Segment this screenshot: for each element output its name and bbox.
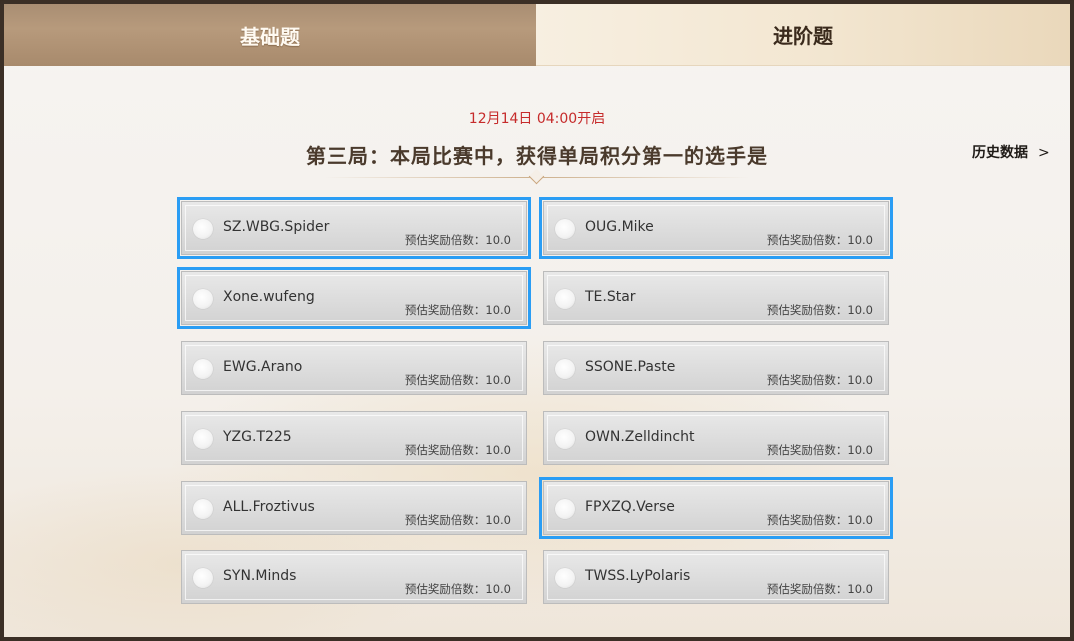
radio-icon[interactable] xyxy=(193,359,213,379)
player-name: OWN.Zelldincht xyxy=(585,429,695,445)
radio-icon[interactable] xyxy=(555,359,575,379)
reward-multiplier: 预估奖励倍数：10.0 xyxy=(404,513,511,527)
quiz-panel: 基础题 进阶题 12月14日 04:00开启 第三局：本局比赛中，获得单局积分第… xyxy=(0,0,1074,641)
reward-multiplier: 预估奖励倍数：10.0 xyxy=(404,582,511,596)
option-card[interactable]: SSONE.Paste 预估奖励倍数：10.0 xyxy=(543,341,889,395)
reward-multiplier: 预估奖励倍数：10.0 xyxy=(766,582,873,596)
player-name: ALL.Froztivus xyxy=(223,499,315,515)
radio-icon[interactable] xyxy=(555,568,575,588)
player-name: OUG.Mike xyxy=(585,219,654,235)
tab-basic[interactable]: 基础题 xyxy=(4,4,536,66)
question-title: 第三局：本局比赛中，获得单局积分第一的选手是 xyxy=(306,144,768,168)
option-card[interactable]: SYN.Minds 预估奖励倍数：10.0 xyxy=(181,550,527,604)
radio-icon[interactable] xyxy=(555,499,575,519)
reward-multiplier: 预估奖励倍数：10.0 xyxy=(766,443,873,457)
radio-icon[interactable] xyxy=(193,429,213,449)
player-name: Xone.wufeng xyxy=(223,289,315,305)
reward-multiplier: 预估奖励倍数：10.0 xyxy=(404,443,511,457)
radio-icon[interactable] xyxy=(193,499,213,519)
radio-icon[interactable] xyxy=(555,429,575,449)
player-name: SYN.Minds xyxy=(223,568,297,584)
option-card[interactable]: YZG.T225 预估奖励倍数：10.0 xyxy=(181,411,527,465)
player-name: TWSS.LyPolaris xyxy=(585,568,691,584)
player-name: FPXZQ.Verse xyxy=(585,499,675,515)
reward-multiplier: 预估奖励倍数：10.0 xyxy=(766,513,873,527)
radio-icon[interactable] xyxy=(193,289,213,309)
player-name: SSONE.Paste xyxy=(585,359,676,375)
option-card[interactable]: ALL.Froztivus 预估奖励倍数：10.0 xyxy=(181,481,527,535)
divider-diamond-icon xyxy=(528,168,545,185)
player-name: SZ.WBG.Spider xyxy=(223,219,330,235)
option-card[interactable]: TWSS.LyPolaris 预估奖励倍数：10.0 xyxy=(543,550,889,604)
player-name: TE.Star xyxy=(585,289,636,305)
reward-multiplier: 预估奖励倍数：10.0 xyxy=(766,233,873,247)
option-card[interactable]: TE.Star 预估奖励倍数：10.0 xyxy=(543,271,889,325)
player-name: YZG.T225 xyxy=(223,429,292,445)
option-card[interactable]: OWN.Zelldincht 预估奖励倍数：10.0 xyxy=(543,411,889,465)
tab-advanced[interactable]: 进阶题 xyxy=(536,4,1070,66)
option-card[interactable]: EWG.Arano 预估奖励倍数：10.0 xyxy=(181,341,527,395)
option-card[interactable]: SZ.WBG.Spider 预估奖励倍数：10.0 xyxy=(177,197,531,259)
history-data-label: 历史数据 xyxy=(972,145,1028,161)
radio-icon[interactable] xyxy=(555,219,575,239)
open-time: 12月14日 04:00开启 xyxy=(468,111,606,127)
tab-bar: 基础题 进阶题 xyxy=(4,4,1070,66)
chevron-right-icon: > xyxy=(1038,145,1050,161)
history-data-link[interactable]: 历史数据 > xyxy=(972,142,1050,162)
reward-multiplier: 预估奖励倍数：10.0 xyxy=(404,373,511,387)
radio-icon[interactable] xyxy=(193,219,213,239)
player-name: EWG.Arano xyxy=(223,359,303,375)
option-card[interactable]: Xone.wufeng 预估奖励倍数：10.0 xyxy=(177,267,531,329)
reward-multiplier: 预估奖励倍数：10.0 xyxy=(766,303,873,317)
reward-multiplier: 预估奖励倍数：10.0 xyxy=(766,373,873,387)
reward-multiplier: 预估奖励倍数：10.0 xyxy=(404,233,511,247)
radio-icon[interactable] xyxy=(193,568,213,588)
radio-icon[interactable] xyxy=(555,289,575,309)
option-card[interactable]: OUG.Mike 预估奖励倍数：10.0 xyxy=(539,197,893,259)
reward-multiplier: 预估奖励倍数：10.0 xyxy=(404,303,511,317)
option-card[interactable]: FPXZQ.Verse 预估奖励倍数：10.0 xyxy=(539,477,893,539)
